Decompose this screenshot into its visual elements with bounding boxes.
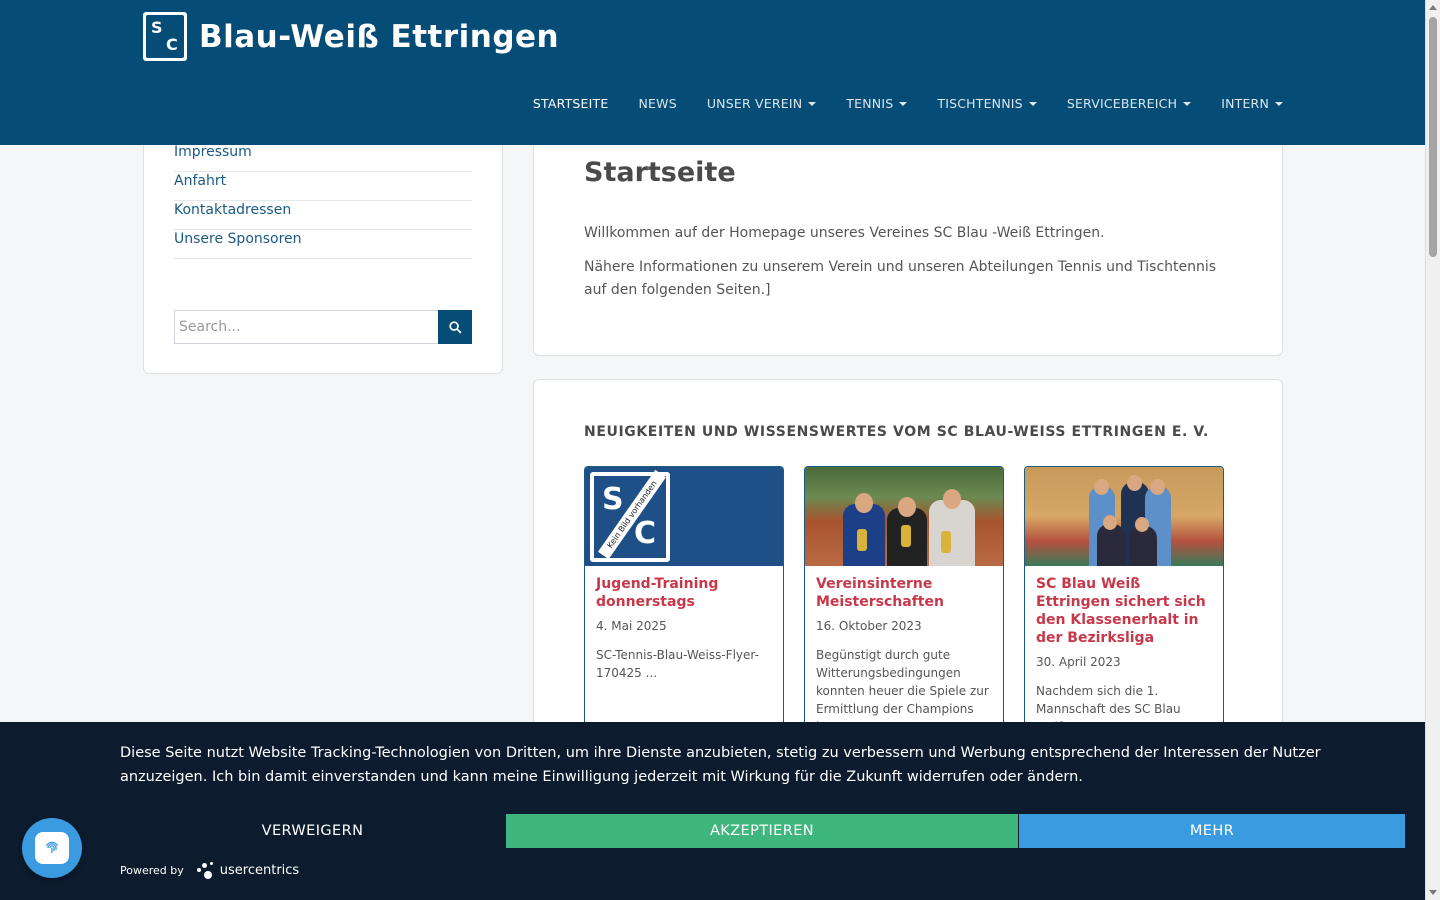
logo-letter-s: S xyxy=(151,18,163,37)
main-nav: STARTSEITE NEWS UNSER VEREIN TENNIS TISC… xyxy=(503,96,1283,111)
powered-by: Powered by usercentrics xyxy=(120,859,299,881)
nav-startseite[interactable]: STARTSEITE xyxy=(533,96,609,111)
logo-letter-s: S xyxy=(602,482,624,517)
intro-paragraph: Willkommen auf der Homepage unseres Vere… xyxy=(584,225,1105,241)
nav-label: UNSER VEREIN xyxy=(706,96,803,111)
search-form xyxy=(174,310,472,344)
post-date: 30. April 2023 xyxy=(1036,655,1121,669)
page-scrollbar[interactable] xyxy=(1425,0,1440,900)
usercentrics-icon xyxy=(196,859,218,881)
nav-label: SERVICEBEREICH xyxy=(1066,96,1178,111)
scroll-down-arrow-icon[interactable] xyxy=(1429,890,1437,895)
nav-unser-verein[interactable]: UNSER VEREIN xyxy=(706,96,817,111)
cookie-banner: Diese Seite nutzt Website Tracking-Techn… xyxy=(0,722,1425,900)
club-logo: S C xyxy=(143,12,187,61)
caret-down-icon xyxy=(1183,101,1192,106)
news-post[interactable]: SC Blau Weiß Ettringen sichert sich den … xyxy=(1024,466,1224,766)
accept-button[interactable]: AKZEPTIEREN xyxy=(506,814,1018,848)
post-title[interactable]: SC Blau Weiß Ettringen sichert sich den … xyxy=(1036,575,1212,647)
caret-down-icon xyxy=(1028,101,1037,106)
post-image-photo[interactable] xyxy=(1025,467,1223,566)
deny-button[interactable]: VERWEIGERN xyxy=(120,814,505,848)
usercentrics-logo[interactable]: usercentrics xyxy=(196,859,299,881)
sidebar-link-impressum[interactable]: Impressum xyxy=(174,143,472,172)
nav-label: TENNIS xyxy=(846,96,894,111)
privacy-settings-button[interactable] xyxy=(22,818,82,878)
post-excerpt: SC-Tennis-Blau-Weiss-Flyer-170425 ... xyxy=(596,648,759,680)
nav-label: INTERN xyxy=(1221,96,1269,111)
page-title: Startseite xyxy=(584,157,736,188)
post-date: 4. Mai 2025 xyxy=(596,619,667,633)
usercentrics-wordmark: usercentrics xyxy=(219,862,300,878)
intro-text: Willkommen auf der Homepage unseres Vere… xyxy=(584,222,1234,313)
caret-down-icon xyxy=(1275,101,1283,106)
fingerprint-icon xyxy=(45,841,59,853)
sidebar-links: Impressum Anfahrt Kontaktadressen Unsere… xyxy=(174,143,472,259)
post-image-photo[interactable] xyxy=(805,467,1003,566)
logo-letter-c: C xyxy=(634,516,657,551)
news-heading: NEUIGKEITEN UND WISSENSWERTES VOM SC BLA… xyxy=(584,424,1209,440)
logo-letter-c: C xyxy=(166,35,178,54)
site-title[interactable]: Blau-Weiß Ettringen xyxy=(199,19,559,55)
intro-card: Startseite Willkommen auf der Homepage u… xyxy=(533,120,1283,356)
caret-down-icon xyxy=(808,101,817,106)
cookie-text: Diese Seite nutzt Website Tracking-Techn… xyxy=(120,745,1321,785)
nav-tischtennis[interactable]: TISCHTENNIS xyxy=(937,96,1037,111)
nav-label: NEWS xyxy=(638,96,677,111)
more-button[interactable]: MEHR xyxy=(1019,814,1405,848)
nav-tennis[interactable]: TENNIS xyxy=(846,96,908,111)
news-post[interactable]: S C Kein Bild vorhanden Jugend-Training … xyxy=(584,466,784,766)
search-input[interactable] xyxy=(174,310,438,344)
nav-intern[interactable]: INTERN xyxy=(1221,96,1283,111)
search-button[interactable] xyxy=(438,310,472,344)
news-post[interactable]: Vereinsinterne Meisterschaften 16. Oktob… xyxy=(804,466,1004,766)
nav-label: TISCHTENNIS xyxy=(937,96,1023,111)
intro-paragraph: Nähere Informationen zu unserem Verein u… xyxy=(584,259,1217,298)
site-header: S C Blau-Weiß Ettringen STARTSEITE NEWS … xyxy=(0,0,1425,145)
post-title[interactable]: Vereinsinterne Meisterschaften xyxy=(816,575,992,611)
post-image-placeholder[interactable]: S C Kein Bild vorhanden xyxy=(585,467,783,566)
search-icon xyxy=(448,320,462,334)
sidebar-link-sponsoren[interactable]: Unsere Sponsoren xyxy=(174,230,472,259)
powered-by-label: Powered by xyxy=(120,863,184,877)
nav-label: STARTSEITE xyxy=(532,96,609,111)
nav-news[interactable]: NEWS xyxy=(638,96,676,111)
sidebar-link-anfahrt[interactable]: Anfahrt xyxy=(174,172,472,201)
sidebar-link-kontaktadressen[interactable]: Kontaktadressen xyxy=(174,201,472,230)
scroll-up-arrow-icon[interactable] xyxy=(1429,5,1437,10)
scroll-thumb[interactable] xyxy=(1429,17,1437,257)
nav-servicebereich[interactable]: SERVICEBEREICH xyxy=(1066,96,1192,111)
post-date: 16. Oktober 2023 xyxy=(816,619,922,633)
post-title[interactable]: Jugend-Training donnerstags xyxy=(596,575,772,611)
sidebar: Impressum Anfahrt Kontaktadressen Unsere… xyxy=(143,120,503,374)
brand-link[interactable]: S C Blau-Weiß Ettringen xyxy=(143,12,559,61)
caret-down-icon xyxy=(899,101,908,106)
